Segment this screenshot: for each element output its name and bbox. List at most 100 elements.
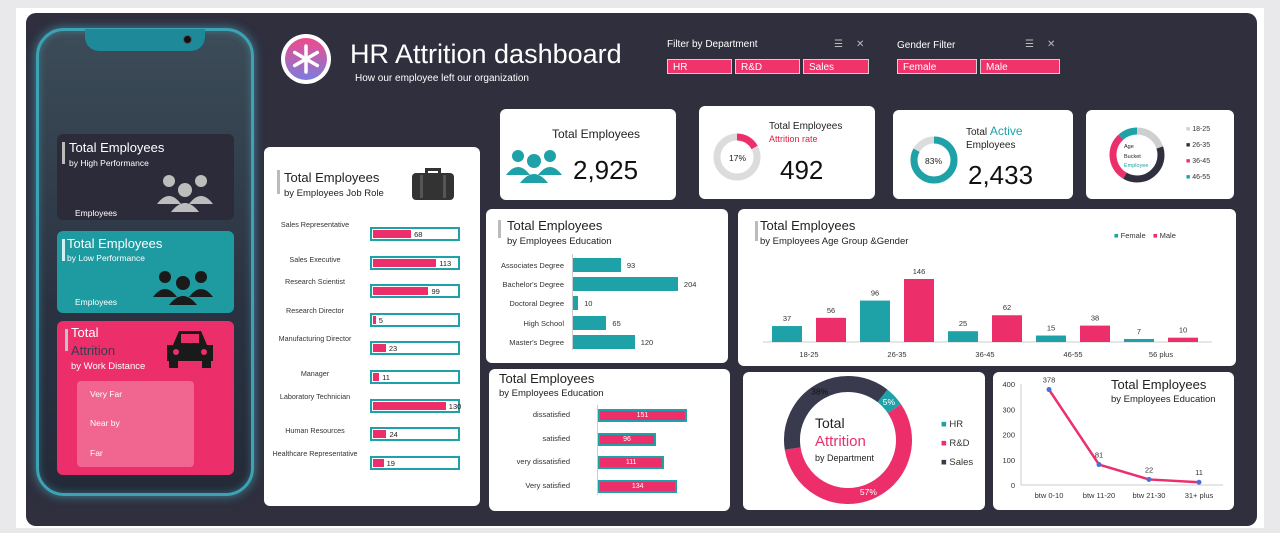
card-subtitle: by High Performance [69, 158, 149, 168]
line-point [1096, 462, 1102, 468]
education-value: 120 [640, 337, 654, 347]
legend-item: ■ 26-35 [1186, 142, 1211, 149]
male-bar [816, 317, 846, 342]
education-bar [573, 258, 621, 272]
satisfaction-value: 151 [636, 412, 649, 419]
job-role-label: Manufacturing Director [278, 334, 352, 344]
job-role-bar-track[interactable]: 130 [370, 398, 462, 413]
line-series [1047, 388, 1200, 484]
job-role-value: 24 [389, 430, 398, 440]
job-role-bar-track[interactable]: 68 [370, 227, 460, 241]
department-percent: 5% [883, 397, 896, 407]
satisfaction-label: dissatisfied [532, 410, 570, 419]
category-label: 56 plus [1149, 350, 1173, 359]
accent-bar [498, 220, 501, 238]
job-role-bar-track[interactable]: 113 [370, 255, 460, 270]
distance-list: Very Far Near by Far [77, 381, 194, 467]
x-tick: 31+ plus [1185, 491, 1214, 500]
job-role-value: 68 [414, 230, 423, 239]
job-role-label: Human Resources [285, 426, 345, 436]
kpi-attrition: Total Employees Attrition rate 17% 492 [699, 106, 875, 199]
satisfaction-bar: 96 [598, 432, 656, 446]
female-value: 15 [1047, 324, 1055, 333]
asterisk-logo-icon [281, 34, 331, 84]
kpi-total-employees: Total Employees 2,925 [500, 109, 676, 200]
filter-gender-male[interactable]: Male [980, 59, 1060, 74]
distance-item[interactable]: Far [90, 448, 103, 458]
job-role-bar-track[interactable]: 24 [370, 427, 460, 442]
card-title: Total Employees [67, 236, 163, 251]
female-bar [1124, 338, 1154, 342]
phone-panel: Total Employees by High Performance Empl… [36, 28, 254, 496]
filter-gender-female[interactable]: Female [897, 59, 977, 74]
filter-dept-sales[interactable]: Sales [803, 59, 869, 74]
kpi-label-suffix: Employees [966, 140, 1016, 151]
job-role-value: 130 [448, 401, 462, 411]
job-role-label: Research Scientist [285, 277, 345, 287]
clear-filter-icon[interactable]: ✕ [1047, 39, 1055, 50]
male-value: 38 [1091, 314, 1099, 323]
y-tick: 300 [1002, 405, 1015, 414]
people-group-icon [157, 175, 213, 212]
education-value: 65 [612, 318, 621, 328]
job-role-label: Manager [300, 369, 330, 378]
satisfaction-bar: 134 [598, 479, 678, 493]
distance-item[interactable]: Near by [90, 418, 120, 428]
job-role-value: 113 [439, 258, 452, 268]
job-role-bar-track[interactable]: 19 [370, 455, 460, 470]
line-plot: 400 300 200 100 0 378 btw 0-10 81 btw 11-20 22 btw… [1002, 376, 1223, 500]
point-value: 378 [1043, 376, 1056, 385]
satisfaction-label: very dissatisfied [516, 457, 570, 466]
chart-subtitle: by Employees Education [499, 388, 604, 399]
multiselect-icon[interactable]: ☰ [1025, 39, 1034, 50]
job-role-bar [373, 401, 446, 410]
education-label: High School [523, 318, 564, 328]
legend-item: ■ 18-25 [1186, 126, 1211, 133]
accent-bar [65, 329, 68, 351]
kpi-label: Total Active [966, 124, 1023, 138]
distance-item[interactable]: Very Far [90, 389, 122, 399]
attrition-distance-card[interactable]: Total Attrition by Work Distance Very Fa… [57, 321, 234, 475]
education-label: Associates Degree [501, 261, 564, 270]
accent-bar [62, 142, 65, 164]
line-point [1046, 387, 1052, 393]
job-role-bar [373, 344, 386, 353]
filter-dept-hr[interactable]: HR [667, 59, 732, 74]
female-bar [860, 300, 890, 342]
job-role-label: Laboratory Technician [279, 391, 351, 401]
job-role-bar-track[interactable]: 5 [370, 312, 460, 327]
male-bar [904, 279, 934, 342]
multiselect-icon[interactable]: ☰ [834, 39, 843, 50]
satisfaction-chart: Total Employees by Employees Education d… [489, 369, 730, 511]
job-role-label: Sales Representative [280, 220, 350, 229]
low-performance-card[interactable]: Total Employees by Low Performance Emplo… [57, 231, 234, 313]
axis-line [597, 405, 598, 495]
y-tick: 100 [1002, 456, 1015, 465]
x-tick: btw 11-20 [1083, 491, 1115, 500]
chart-subtitle: by Employees Education [507, 236, 612, 247]
category-label: 46-55 [1063, 350, 1082, 359]
age-gender-chart: Total Employees by Employees Age Group &… [738, 209, 1236, 366]
car-icon [167, 331, 213, 368]
satisfaction-value: 111 [625, 459, 637, 466]
card-title-2: Attrition [71, 343, 116, 358]
card-title: Total Employees [69, 140, 165, 155]
point-value: 22 [1145, 465, 1153, 474]
department-percent: 38% [811, 387, 828, 397]
clear-filter-icon[interactable]: ✕ [856, 39, 864, 50]
job-role-bar-track[interactable]: 99 [370, 284, 460, 299]
education-bar [573, 315, 607, 330]
x-tick: btw 21-30 [1133, 491, 1166, 500]
education-bar [573, 334, 635, 349]
age-gender-bars: 37 56 18-25 96 146 26-35 25 62 36-45 15 38 46-55 7 10… [763, 267, 1212, 359]
filter-dept-rnd[interactable]: R&D [735, 59, 800, 74]
donut-center-2: Bucket [1124, 154, 1141, 160]
y-tick: 400 [1002, 380, 1015, 389]
job-role-bar-track[interactable]: 23 [370, 341, 460, 356]
job-role-bar-track[interactable]: 11 [370, 370, 460, 384]
legend-item: ■ 46-55 [1186, 174, 1211, 181]
kpi-age-bucket: Age Bucket Employee ■ 18-25 ■ 26-35 ■ 36… [1086, 110, 1234, 199]
donut-center-3: Employee [1124, 163, 1149, 169]
chart-title: Total Employees [284, 170, 380, 185]
high-performance-card[interactable]: Total Employees by High Performance Empl… [57, 134, 234, 220]
